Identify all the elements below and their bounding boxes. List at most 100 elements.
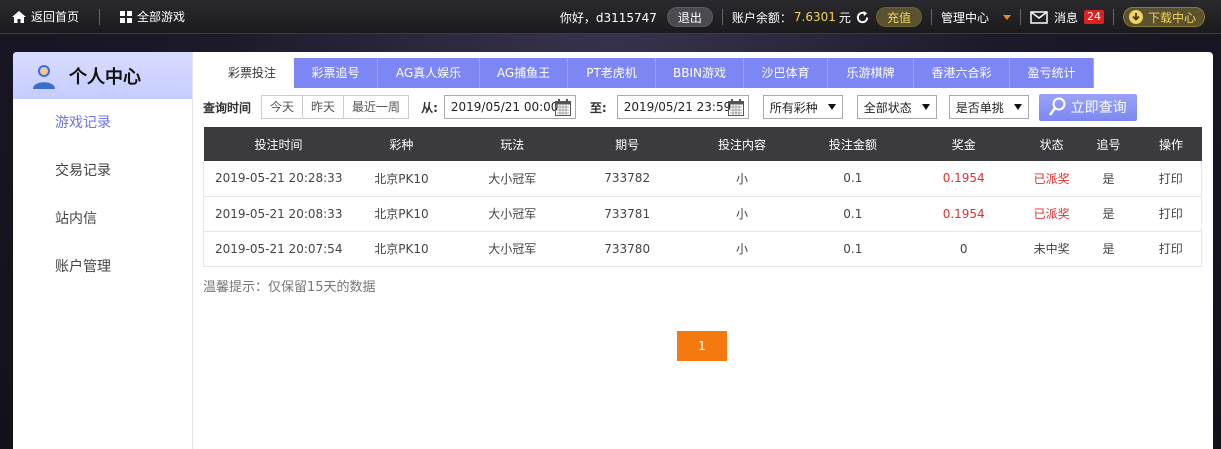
from-date-input[interactable]: 2019/05/21 00:00 [443, 95, 576, 119]
bet-amount-cell: 0.1 [804, 231, 901, 267]
messages-link[interactable]: 消息 24 [1030, 9, 1104, 26]
column-header: 追号 [1076, 127, 1141, 161]
download-icon [1128, 10, 1143, 24]
range-yesterday-button[interactable]: 昨天 [303, 96, 345, 118]
all-games-link[interactable]: 全部游戏 [120, 8, 185, 25]
print-link[interactable]: 打印 [1140, 196, 1202, 232]
filter-bar: 查询时间 今天 昨天 最近一周 从: 2019/05/21 00:00 至: 2… [203, 93, 1137, 121]
tab-ag-live[interactable]: AG真人娱乐 [378, 58, 480, 88]
calendar-icon[interactable] [727, 99, 744, 116]
print-link[interactable]: 打印 [1140, 231, 1202, 267]
greeting-text: 你好，d3115747 [559, 10, 657, 25]
chase-cell: 是 [1076, 231, 1141, 267]
bet-content-cell: 小 [679, 231, 805, 267]
lottery-cell: 北京PK10 [353, 231, 450, 267]
pagination-page-1[interactable]: 1 [677, 331, 727, 361]
play-type-cell: 大小冠军 [449, 161, 576, 197]
chevron-down-icon [1002, 14, 1011, 20]
calendar-icon[interactable] [554, 99, 571, 116]
lottery-type-select[interactable]: 所有彩种 [762, 95, 843, 119]
status-select[interactable]: 全部状态 [856, 95, 937, 119]
messages-label: 消息 [1053, 10, 1078, 25]
mail-icon [1030, 10, 1048, 24]
play-type-cell: 大小冠军 [449, 196, 576, 232]
issue-cell: 733780 [575, 231, 680, 267]
sidebar-header: 个人中心 [13, 52, 192, 99]
category-tabs: 彩票投注 彩票追号 AG真人娱乐 AG捕鱼王 PT老虎机 BBIN游戏 沙巴体育… [210, 58, 1094, 88]
print-link[interactable]: 打印 [1140, 161, 1202, 197]
table-header-row: 投注时间 彩种 玩法 期号 投注内容 投注金额 奖金 状态 追号 操作 [203, 127, 1202, 161]
tab-lottery-bets[interactable]: 彩票投注 [210, 58, 294, 88]
main-content: 彩票投注 彩票追号 AG真人娱乐 AG捕鱼王 PT老虎机 BBIN游戏 沙巴体育… [203, 52, 1213, 449]
all-games-label: 全部游戏 [137, 10, 186, 24]
sidebar-item-inbox[interactable]: 站内信 [13, 195, 192, 243]
tab-bbin[interactable]: BBIN游戏 [656, 58, 744, 88]
top-bar-right: 你好，d3115747 退出 账户余额： 7.6301 元 充值 管理中心 消息… [560, 0, 1221, 34]
sidebar-item-transactions[interactable]: 交易记录 [13, 147, 192, 195]
bet-content-cell: 小 [679, 196, 805, 232]
content-panel: 个人中心 游戏记录 交易记录 站内信 账户管理 彩票投注 彩票追号 AG真人娱乐… [13, 52, 1213, 449]
balance-unit: 元 [838, 10, 851, 25]
search-icon [1048, 97, 1066, 116]
range-today-button[interactable]: 今天 [262, 96, 304, 118]
top-bar-left: 返回首页 全部游戏 [0, 0, 185, 33]
download-center-button[interactable]: 下载中心 [1122, 7, 1205, 27]
bet-time-cell: 2019-05-21 20:28:33 [203, 161, 354, 197]
recharge-button[interactable]: 充值 [875, 7, 922, 27]
logout-button[interactable]: 退出 [666, 7, 713, 27]
user-icon [33, 64, 55, 89]
column-header: 投注内容 [679, 127, 805, 161]
table-row: 2019-05-21 20:08:33 北京PK10 大小冠军 733781 小… [203, 196, 1202, 232]
sidebar-item-game-records[interactable]: 游戏记录 [13, 99, 192, 147]
tab-pt-slots[interactable]: PT老虎机 [568, 58, 656, 88]
tab-saba-sports[interactable]: 沙巴体育 [744, 58, 828, 88]
refresh-icon[interactable] [855, 10, 870, 25]
sidebar-menu: 游戏记录 交易记录 站内信 账户管理 [13, 99, 192, 291]
status-value: 全部状态 [863, 100, 912, 115]
column-header: 投注金额 [804, 127, 901, 161]
lottery-cell: 北京PK10 [353, 196, 450, 232]
range-last-week-button[interactable]: 最近一周 [344, 96, 408, 118]
tab-leyou-chess[interactable]: 乐游棋牌 [828, 58, 914, 88]
bonus-cell: 0.1954 [900, 161, 1027, 197]
to-label: 至: [589, 100, 607, 115]
grid-icon [120, 10, 133, 23]
home-link[interactable]: 返回首页 [12, 8, 79, 25]
status-cell: 已派奖 [1026, 161, 1077, 197]
chevron-down-icon [921, 104, 930, 110]
home-link-label: 返回首页 [31, 10, 80, 24]
divider [99, 8, 101, 25]
issue-cell: 733782 [575, 161, 680, 197]
to-date-input[interactable]: 2019/05/21 23:59 [616, 95, 749, 119]
chevron-down-icon [1013, 104, 1022, 110]
bet-time-cell: 2019-05-21 20:07:54 [203, 231, 354, 267]
home-icon [12, 10, 26, 23]
sidebar-title: 个人中心 [69, 66, 141, 88]
chevron-down-icon [827, 104, 836, 110]
bet-amount-cell: 0.1 [804, 196, 901, 232]
bet-amount-cell: 0.1 [804, 161, 901, 197]
lottery-type-value: 所有彩种 [769, 100, 818, 115]
lottery-cell: 北京PK10 [353, 161, 450, 197]
sidebar: 个人中心 游戏记录 交易记录 站内信 账户管理 [13, 52, 193, 449]
tab-hk-mark-six[interactable]: 香港六合彩 [914, 58, 1010, 88]
column-header: 操作 [1140, 127, 1202, 161]
manage-center-menu[interactable]: 管理中心 [941, 9, 1011, 26]
message-count-badge: 24 [1083, 10, 1104, 24]
to-date-value: 2019/05/21 23:59 [623, 100, 732, 114]
bet-time-cell: 2019-05-21 20:08:33 [203, 196, 354, 232]
tab-profit-stats[interactable]: 盈亏统计 [1010, 58, 1094, 88]
download-center-label: 下载中心 [1147, 10, 1196, 25]
query-button-label: 立即查询 [1070, 100, 1127, 116]
play-type-cell: 大小冠军 [449, 231, 576, 267]
from-label: 从: [421, 100, 438, 115]
table-row: 2019-05-21 20:07:54 北京PK10 大小冠军 733780 小… [203, 231, 1202, 267]
query-button[interactable]: 立即查询 [1038, 93, 1137, 121]
single-bet-select[interactable]: 是否单挑 [948, 95, 1029, 119]
tab-lottery-chase[interactable]: 彩票追号 [294, 58, 378, 88]
column-header: 彩种 [353, 127, 450, 161]
sidebar-item-account[interactable]: 账户管理 [13, 243, 192, 291]
tab-ag-fishing[interactable]: AG捕鱼王 [480, 58, 568, 88]
divider [721, 9, 723, 25]
issue-cell: 733781 [575, 196, 680, 232]
